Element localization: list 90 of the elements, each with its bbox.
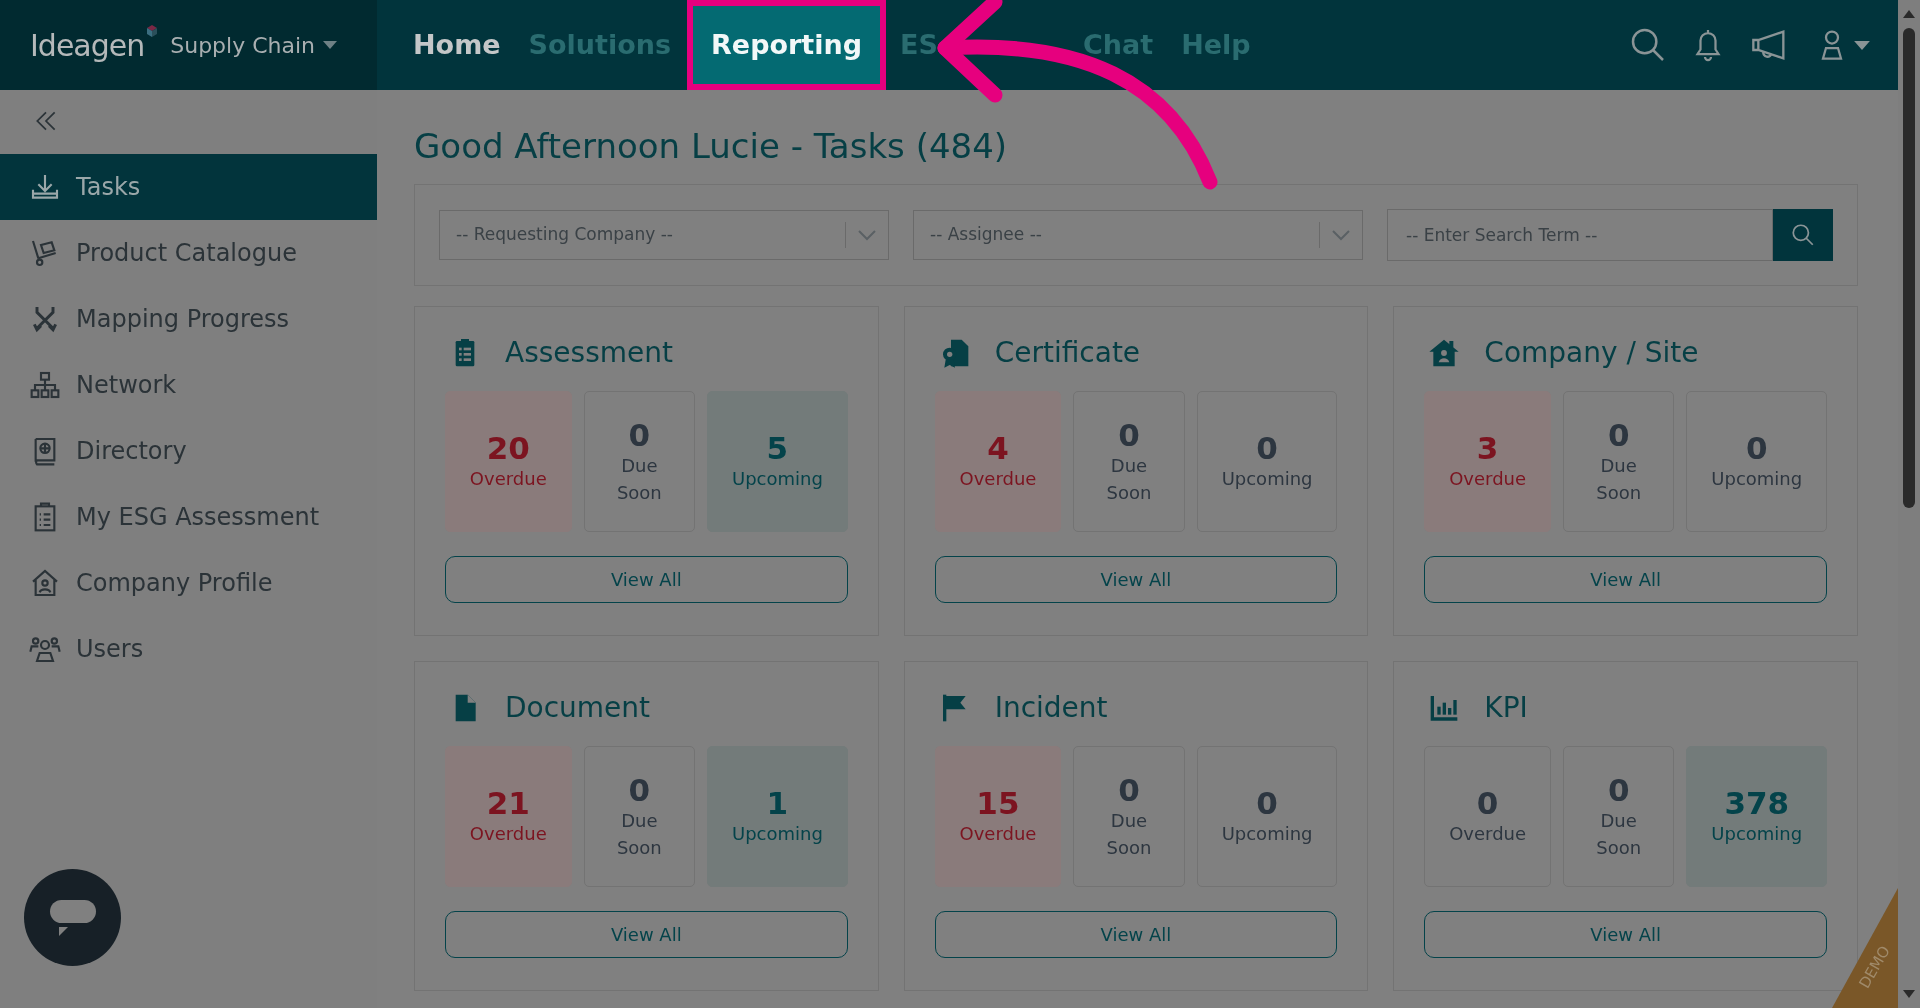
- stat-label: Overdue: [1448, 467, 1528, 491]
- sidebar-label: Users: [76, 634, 144, 665]
- nav-tab[interactable]: Home: [399, 0, 515, 90]
- stat-count: 0: [1745, 431, 1768, 465]
- sidebar-label: Tasks: [76, 172, 141, 203]
- dropdown-placeholder: -- Assignee --: [930, 223, 1043, 247]
- sidebar-item[interactable]: Product Catalogue: [0, 220, 377, 286]
- view-all-button[interactable]: View All: [445, 556, 848, 603]
- stat-count: 0: [628, 772, 651, 807]
- dropdown-field[interactable]: -- Assignee --: [913, 210, 1363, 260]
- chevron-down-icon: [1332, 229, 1350, 241]
- card-title: Incident: [994, 690, 1108, 726]
- nav-tab[interactable]: Reporting: [687, 0, 887, 90]
- stat-label: Overdue: [958, 822, 1038, 846]
- stat-label: Upcoming: [1710, 822, 1804, 846]
- stat-count: 15: [976, 786, 1020, 820]
- sidebar-item[interactable]: Users: [0, 616, 377, 682]
- stat-count: 20: [486, 431, 530, 465]
- view-all-button[interactable]: View All: [1424, 911, 1827, 958]
- search-button[interactable]: [1773, 209, 1833, 261]
- nav-tab[interactable]: Chat: [1069, 0, 1168, 90]
- scrollbar-thumb[interactable]: [1903, 28, 1915, 508]
- card-title: Assessment: [505, 335, 673, 371]
- sidebar-item[interactable]: Network: [0, 352, 377, 418]
- sidebar-item[interactable]: Directory: [0, 418, 377, 484]
- stat-count: 0: [628, 417, 651, 452]
- stat-label: Due Soon: [1105, 808, 1153, 860]
- page-title: Good Afternoon Lucie - Tasks (484): [414, 126, 1009, 166]
- search-icon: [1790, 222, 1816, 248]
- sidebar-label: Directory: [76, 436, 187, 467]
- view-all-button[interactable]: View All: [934, 556, 1338, 603]
- stat-count: 0: [1607, 417, 1630, 452]
- nav-tab[interactable]: Solutions: [514, 0, 686, 90]
- stat-label: Upcoming: [730, 822, 824, 846]
- stat-label: Upcoming: [1710, 467, 1804, 491]
- dropdown-field[interactable]: -- Requesting Company --: [439, 210, 889, 260]
- stat-label: Due Soon: [615, 808, 663, 860]
- stat-label: Overdue: [468, 467, 548, 491]
- caret-icon: [323, 41, 338, 49]
- network-icon: [28, 369, 62, 401]
- stat-label: Due Soon: [1105, 453, 1153, 505]
- stat-count: 0: [1256, 431, 1278, 465]
- stat-count: 5: [766, 431, 789, 465]
- house-person-icon: [1428, 337, 1461, 369]
- nav-tab[interactable]: ES: [888, 0, 938, 90]
- stat-count: 0: [1118, 417, 1140, 452]
- stat-count: 1: [766, 786, 789, 820]
- sidebar-item[interactable]: Tasks: [0, 154, 377, 220]
- stat-count: 3: [1476, 431, 1499, 465]
- stat-label: Due Soon: [615, 453, 663, 505]
- view-all-button[interactable]: View All: [445, 911, 848, 958]
- stat-label: Overdue: [468, 822, 548, 846]
- stat-count: 0: [1476, 786, 1499, 820]
- sidebar-label: Network: [76, 370, 177, 401]
- card-title: KPI: [1484, 690, 1528, 726]
- sidebar-label: My ESG Assessment: [76, 502, 320, 533]
- stat-label: Upcoming: [1220, 467, 1314, 491]
- stat-count: 0: [1607, 772, 1630, 807]
- card-title: Company / Site: [1484, 335, 1699, 371]
- sidebar-label: Product Catalogue: [76, 238, 297, 269]
- caret-icon: [1854, 40, 1870, 50]
- stat-label: Overdue: [958, 467, 1038, 491]
- chevron-down-icon: [858, 229, 876, 241]
- product-switcher[interactable]: Supply Chain: [170, 28, 338, 62]
- search-field[interactable]: -- Enter Search Term --: [1387, 209, 1773, 261]
- stat-count: 0: [1118, 772, 1140, 807]
- card-title: Document: [505, 690, 651, 726]
- stat-label: Due Soon: [1595, 453, 1643, 505]
- stat-label: Upcoming: [1220, 822, 1314, 846]
- sidebar-label: Mapping Progress: [76, 304, 290, 335]
- card-title: Certificate: [994, 335, 1141, 371]
- stat-count: 21: [486, 786, 530, 820]
- view-all-button[interactable]: View All: [1424, 556, 1827, 603]
- logo[interactable]: Ideagen: [30, 22, 145, 68]
- stat-label: Upcoming: [730, 467, 824, 491]
- stat-count: 378: [1724, 786, 1790, 820]
- stat-count: 0: [1256, 786, 1278, 820]
- sidebar-item[interactable]: Company Profile: [0, 550, 377, 616]
- stat-label: Due Soon: [1595, 808, 1643, 860]
- sidebar-label: Company Profile: [76, 568, 273, 599]
- stat-label: Overdue: [1448, 822, 1528, 846]
- stat-count: 4: [987, 431, 1009, 465]
- sidebar-item[interactable]: My ESG Assessment: [0, 484, 377, 550]
- nav-tab[interactable]: Help: [1167, 0, 1265, 90]
- dropdown-placeholder: -- Requesting Company --: [456, 223, 674, 247]
- sidebar-item[interactable]: Mapping Progress: [0, 286, 377, 352]
- view-all-button[interactable]: View All: [934, 911, 1338, 958]
- scroll-up-icon: [1903, 10, 1915, 18]
- chat-bubble-icon: [48, 898, 97, 937]
- scroll-down-icon: [1903, 990, 1915, 998]
